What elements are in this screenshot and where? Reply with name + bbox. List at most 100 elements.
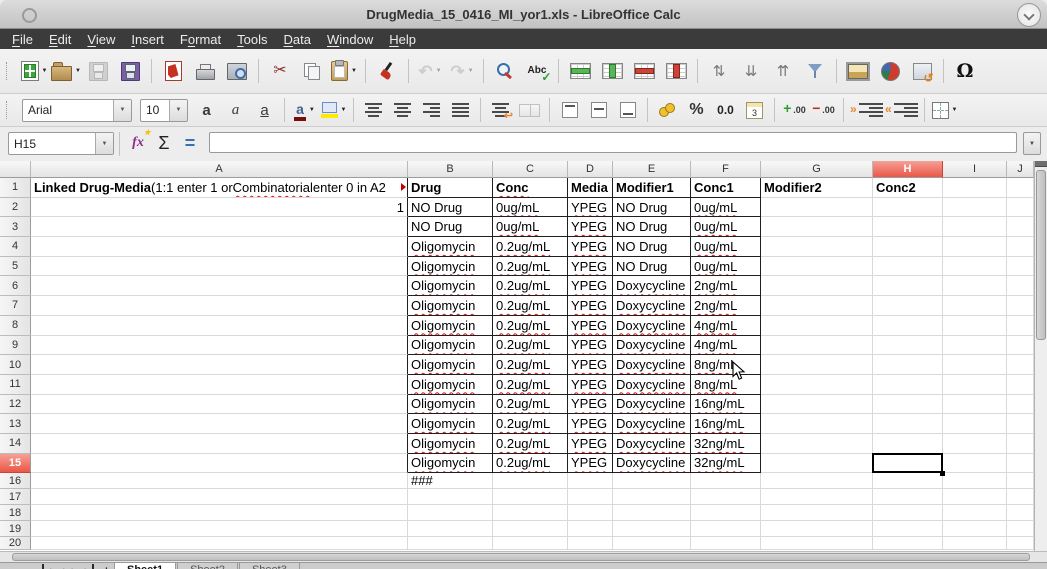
- cell-i8[interactable]: [943, 316, 1007, 336]
- cell-c14[interactable]: 0.2ug/mL: [493, 434, 568, 454]
- align-center-button[interactable]: [389, 98, 416, 122]
- cell-c6[interactable]: 0.2ug/mL: [493, 276, 568, 296]
- sort-button[interactable]: ⇅: [704, 57, 734, 85]
- cell-e20[interactable]: [613, 537, 691, 550]
- cell-f1[interactable]: Conc1: [691, 178, 761, 198]
- cell-h9[interactable]: [873, 336, 943, 356]
- cell-b12[interactable]: Oligomycin: [408, 395, 493, 415]
- highlighting-color-dropdown[interactable]: ▼: [341, 107, 347, 113]
- cell-g16[interactable]: [761, 473, 873, 489]
- cell-j1[interactable]: [1007, 178, 1034, 198]
- cell-b9[interactable]: Oligomycin: [408, 336, 493, 356]
- autofilter-button[interactable]: [800, 57, 830, 85]
- row-header-1[interactable]: 1: [0, 178, 31, 198]
- column-header-e[interactable]: E: [613, 161, 691, 178]
- cell-g6[interactable]: [761, 276, 873, 296]
- cut-button[interactable]: ✂: [265, 57, 295, 85]
- row-header-17[interactable]: 17: [0, 489, 31, 505]
- row-header-16[interactable]: 16: [0, 473, 31, 489]
- cell-b13[interactable]: Oligomycin: [408, 414, 493, 434]
- cell-a17[interactable]: [31, 489, 408, 505]
- cell-d9[interactable]: YPEG: [568, 336, 613, 356]
- cell-b7[interactable]: Oligomycin: [408, 296, 493, 316]
- cell-c10[interactable]: 0.2ug/mL: [493, 355, 568, 375]
- split-window-handle[interactable]: [1035, 161, 1047, 167]
- print-preview-button[interactable]: [222, 57, 252, 85]
- cell-b3[interactable]: NO Drug: [408, 217, 493, 237]
- cell-j5[interactable]: [1007, 257, 1034, 277]
- cell-j4[interactable]: [1007, 237, 1034, 257]
- cell-a8[interactable]: [31, 316, 408, 336]
- font-size-dropdown[interactable]: ▼: [169, 100, 187, 121]
- cell-a16[interactable]: [31, 473, 408, 489]
- cell-i5[interactable]: [943, 257, 1007, 277]
- column-header-g[interactable]: G: [761, 161, 873, 178]
- cell-j20[interactable]: [1007, 537, 1034, 550]
- cell-a10[interactable]: [31, 355, 408, 375]
- cell-f2[interactable]: 0ug/mL: [691, 198, 761, 218]
- row-header-14[interactable]: 14: [0, 434, 31, 454]
- cell-j2[interactable]: [1007, 198, 1034, 218]
- cell-h13[interactable]: [873, 414, 943, 434]
- function-wizard-button[interactable]: fx: [125, 132, 151, 154]
- cell-a3[interactable]: [31, 217, 408, 237]
- cell-h11[interactable]: [873, 375, 943, 395]
- cell-f15[interactable]: 32ng/mL: [691, 454, 761, 474]
- column-header-b[interactable]: B: [408, 161, 493, 178]
- cell-j12[interactable]: [1007, 395, 1034, 415]
- cell-a1[interactable]: Linked Drug-Media (1:1 enter 1 or Combin…: [31, 178, 408, 198]
- spelling-button[interactable]: Abc: [522, 57, 552, 85]
- save-as-button[interactable]: [115, 57, 145, 85]
- borders-button[interactable]: ▼: [931, 98, 958, 122]
- cell-g19[interactable]: [761, 521, 873, 537]
- cell-f9[interactable]: 4ng/mL: [691, 336, 761, 356]
- date-format-button[interactable]: 3: [741, 98, 768, 122]
- cell-g4[interactable]: [761, 237, 873, 257]
- font-name-combo[interactable]: Arial▼: [22, 99, 132, 122]
- cell-b4[interactable]: Oligomycin: [408, 237, 493, 257]
- column-header-h[interactable]: H: [873, 161, 943, 178]
- cell-d12[interactable]: YPEG: [568, 395, 613, 415]
- menu-data[interactable]: Data: [276, 31, 319, 48]
- cell-e13[interactable]: Doxycycline: [613, 414, 691, 434]
- cell-h16[interactable]: [873, 473, 943, 489]
- find-replace-button[interactable]: [490, 57, 520, 85]
- cell-b2[interactable]: NO Drug: [408, 198, 493, 218]
- column-header-f[interactable]: F: [691, 161, 761, 178]
- cell-a12[interactable]: [31, 395, 408, 415]
- cell-b18[interactable]: [408, 505, 493, 521]
- cell-j6[interactable]: [1007, 276, 1034, 296]
- open-dropdown[interactable]: ▼: [75, 68, 81, 74]
- cell-b10[interactable]: Oligomycin: [408, 355, 493, 375]
- cell-f12[interactable]: 16ng/mL: [691, 395, 761, 415]
- align-right-button[interactable]: [418, 98, 445, 122]
- cell-c9[interactable]: 0.2ug/mL: [493, 336, 568, 356]
- cell-d6[interactable]: YPEG: [568, 276, 613, 296]
- cell-f6[interactable]: 2ng/mL: [691, 276, 761, 296]
- cell-g3[interactable]: [761, 217, 873, 237]
- sum-button[interactable]: Σ: [151, 132, 177, 154]
- redo-dropdown[interactable]: ▼: [468, 68, 474, 74]
- cell-j3[interactable]: [1007, 217, 1034, 237]
- cell-e1[interactable]: Modifier1: [613, 178, 691, 198]
- cell-a6[interactable]: [31, 276, 408, 296]
- cell-f17[interactable]: [691, 489, 761, 505]
- new-document-button[interactable]: ▼: [19, 57, 49, 85]
- cell-a11[interactable]: [31, 375, 408, 395]
- insert-sheet-button[interactable]: +: [100, 564, 113, 569]
- cell-d7[interactable]: YPEG: [568, 296, 613, 316]
- cell-i9[interactable]: [943, 336, 1007, 356]
- cell-c2[interactable]: 0ug/mL: [493, 198, 568, 218]
- cell-a4[interactable]: [31, 237, 408, 257]
- menu-edit[interactable]: Edit: [41, 31, 79, 48]
- column-header-i[interactable]: I: [943, 161, 1007, 178]
- cell-i15[interactable]: [943, 454, 1007, 474]
- cell-d2[interactable]: YPEG: [568, 198, 613, 218]
- font-size-combo[interactable]: 10▼: [140, 99, 188, 122]
- cell-i17[interactable]: [943, 489, 1007, 505]
- decrease-indent-button[interactable]: [885, 98, 918, 122]
- cell-c13[interactable]: 0.2ug/mL: [493, 414, 568, 434]
- font-color-button[interactable]: a▼: [291, 98, 318, 122]
- row-header-13[interactable]: 13: [0, 414, 31, 434]
- undo-dropdown[interactable]: ▼: [436, 68, 442, 74]
